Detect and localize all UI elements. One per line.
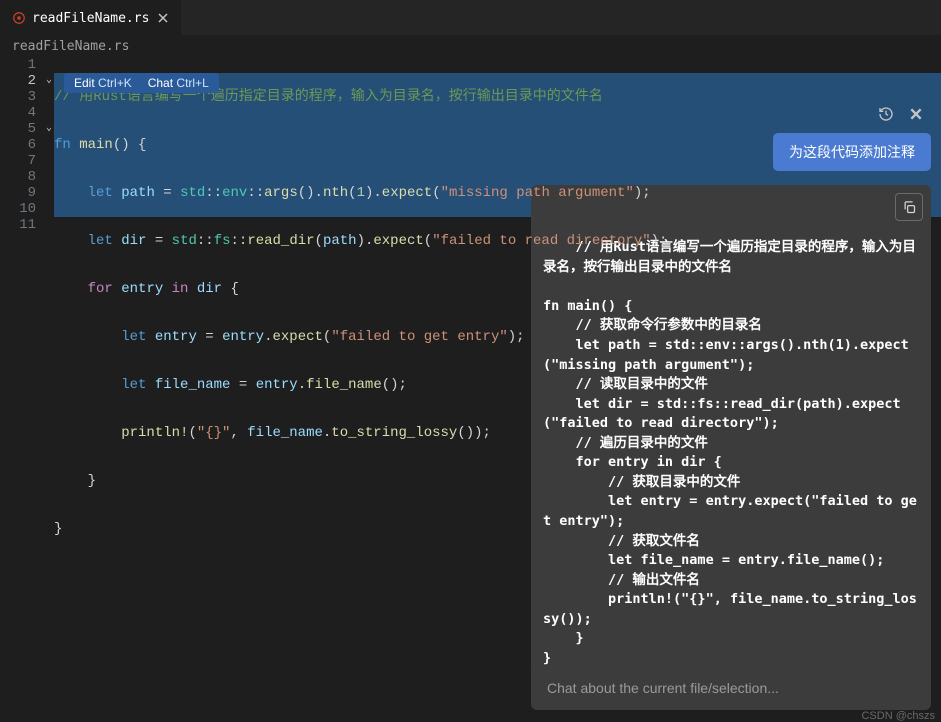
rust-icon <box>12 11 26 25</box>
breadcrumb-text: readFileName.rs <box>12 39 129 54</box>
tab-title: readFileName.rs <box>32 11 149 26</box>
ai-code-suggestion: // 用Rust语言编写一个遍历指定目录的程序，输入为目录名，按行输出目录中的文… <box>531 185 931 706</box>
tab-bar: readFileName.rs <box>0 0 941 35</box>
fold-icon[interactable]: ⌄ <box>46 121 52 137</box>
code-editor[interactable]: 1 2⌄ 3 4 5⌄ 6 7 8 9 10 11 // 用Rust语言编写一个… <box>0 57 941 617</box>
chat-input[interactable]: Chat about the current file/selection... <box>531 666 931 710</box>
edit-action[interactable]: Edit Ctrl+K <box>74 75 132 91</box>
code-content[interactable]: // 用Rust语言编写一个遍历指定目录的程序，输入为目录名，按行输出目录中的文… <box>54 57 941 617</box>
close-icon[interactable] <box>155 10 171 26</box>
inline-code-toolbar: Edit Ctrl+K Chat Ctrl+L <box>64 73 219 93</box>
history-icon[interactable] <box>877 105 895 123</box>
line-number-gutter: 1 2⌄ 3 4 5⌄ 6 7 8 9 10 11 <box>0 57 54 617</box>
fold-icon[interactable]: ⌄ <box>46 73 52 89</box>
chat-placeholder: Chat about the current file/selection... <box>547 680 779 696</box>
close-icon[interactable] <box>907 105 925 123</box>
ai-code-text: // 用Rust语言编写一个遍历指定目录的程序，输入为目录名，按行输出目录中的文… <box>543 239 917 666</box>
ai-panel-header <box>531 105 931 123</box>
tab-readfilename[interactable]: readFileName.rs <box>0 0 181 35</box>
watermark: CSDN @chszs <box>861 710 935 722</box>
breadcrumb[interactable]: readFileName.rs <box>0 35 941 57</box>
chat-action[interactable]: Chat Ctrl+L <box>148 75 209 91</box>
